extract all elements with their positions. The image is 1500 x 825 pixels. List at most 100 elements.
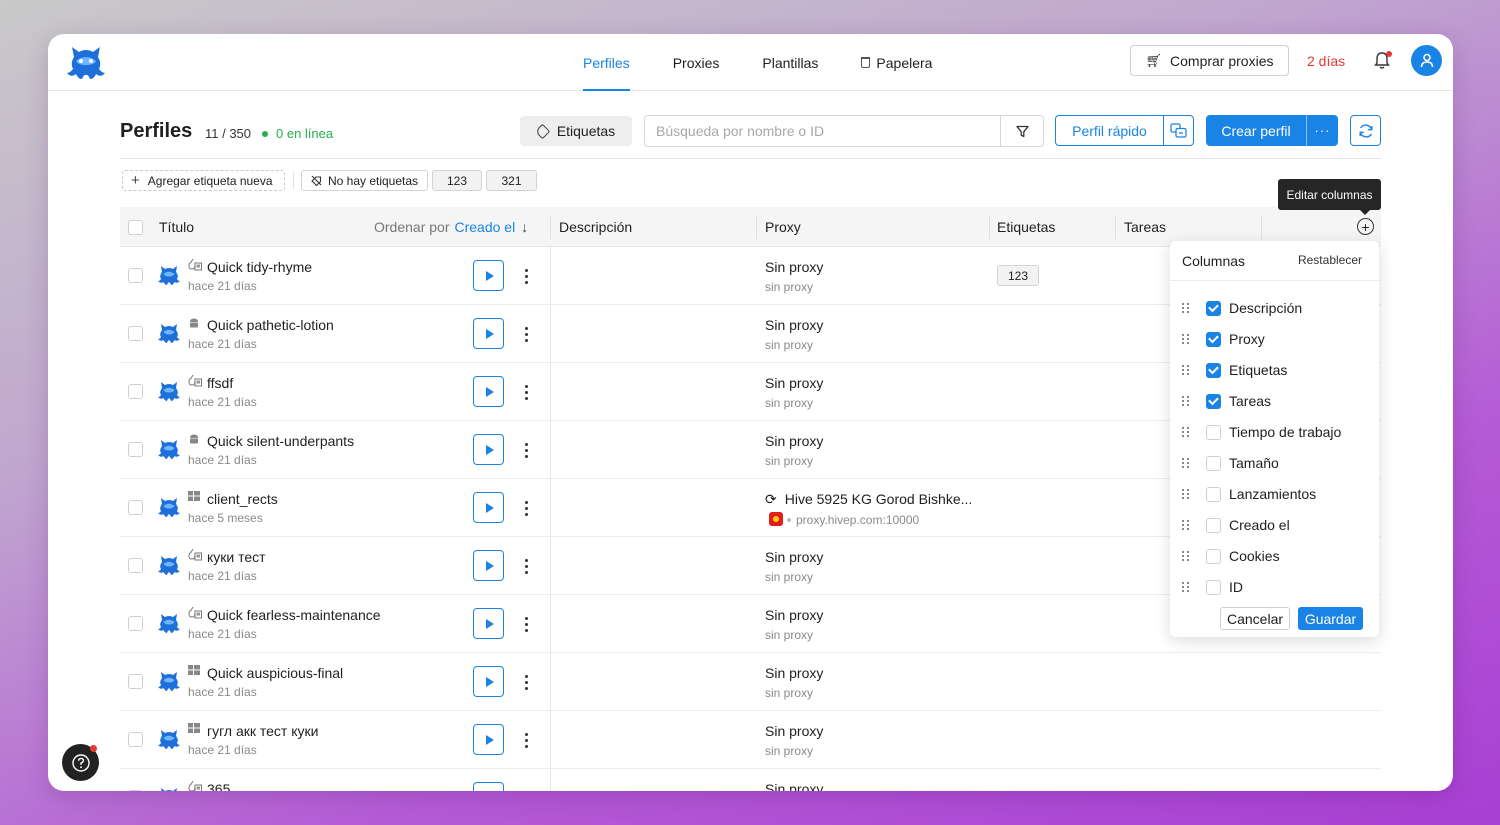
arrow-down-icon[interactable]: ↓ <box>521 219 528 235</box>
proxy-name[interactable]: Sin proxy <box>765 781 823 791</box>
row-checkbox[interactable] <box>128 268 143 283</box>
refresh-button[interactable] <box>1350 115 1381 146</box>
proxy-name[interactable]: Sin proxy <box>765 665 823 681</box>
add-tag-button[interactable]: + Agregar etiqueta nueva <box>122 170 285 191</box>
launch-profile-button[interactable] <box>473 608 504 639</box>
help-button[interactable] <box>62 744 99 781</box>
edit-columns-icon[interactable]: + <box>1357 218 1374 235</box>
column-option[interactable]: ID <box>1182 577 1243 597</box>
drag-handle-icon[interactable] <box>1182 551 1192 561</box>
profile-name[interactable]: гугл акк тест куки <box>207 723 318 739</box>
proxy-name[interactable]: Sin proxy <box>765 317 823 333</box>
row-menu-icon[interactable] <box>520 611 532 637</box>
nav-tab-plantillas[interactable]: Plantillas <box>750 34 830 91</box>
nav-tab-perfiles[interactable]: Perfiles <box>571 34 642 91</box>
column-option[interactable]: Descripción <box>1182 298 1302 318</box>
tags-button[interactable]: Etiquetas <box>520 116 632 146</box>
select-all-checkbox[interactable] <box>128 219 143 235</box>
quick-profile-button[interactable]: Perfil rápido <box>1055 115 1194 146</box>
row-checkbox[interactable] <box>128 558 143 573</box>
profile-name[interactable]: Quick tidy-rhyme <box>207 259 312 275</box>
row-menu-icon[interactable] <box>520 495 532 521</box>
profile-name[interactable]: куки тест <box>207 549 266 565</box>
column-option[interactable]: Etiquetas <box>1182 360 1287 380</box>
row-menu-icon[interactable] <box>520 669 532 695</box>
column-option[interactable]: Creado el <box>1182 515 1290 535</box>
profile-tag-chip[interactable]: 123 <box>997 265 1039 286</box>
proxy-name[interactable]: Sin proxy <box>765 549 823 565</box>
row-checkbox[interactable] <box>128 384 143 399</box>
profile-name[interactable]: Quick pathetic-lotion <box>207 317 334 333</box>
buy-proxies-button[interactable]: 🛒︎ Comprar proxies <box>1130 45 1289 76</box>
drag-handle-icon[interactable] <box>1182 427 1192 437</box>
row-menu-icon[interactable] <box>520 727 532 753</box>
tag-chip-123[interactable]: 123 <box>432 170 482 191</box>
profile-name[interactable]: ffsdf <box>207 375 233 391</box>
table-row[interactable]: 365 Sin proxy <box>120 769 1381 791</box>
profile-name[interactable]: 365 <box>207 781 230 791</box>
column-option[interactable]: Lanzamientos <box>1182 484 1316 504</box>
row-checkbox[interactable] <box>128 732 143 747</box>
octopus-logo-icon[interactable] <box>66 43 106 81</box>
bell-icon[interactable] <box>1374 51 1392 71</box>
row-menu-icon[interactable] <box>520 437 532 463</box>
launch-profile-button[interactable] <box>473 782 504 791</box>
proxy-name[interactable]: Sin proxy <box>765 607 823 623</box>
proxy-name[interactable]: Sin proxy <box>765 433 823 449</box>
create-more-button[interactable]: ··· <box>1307 115 1338 146</box>
drag-handle-icon[interactable] <box>1182 582 1192 592</box>
no-tags-filter[interactable]: No hay etiquetas <box>301 170 428 191</box>
column-checkbox[interactable] <box>1206 517 1221 533</box>
row-checkbox[interactable] <box>128 442 143 457</box>
column-checkbox[interactable] <box>1206 331 1221 347</box>
launch-profile-button[interactable] <box>473 666 504 697</box>
filter-button[interactable] <box>1000 116 1043 146</box>
sort-value[interactable]: Creado el <box>454 219 515 235</box>
launch-profile-button[interactable] <box>473 434 504 465</box>
proxy-name[interactable]: Sin proxy <box>765 375 823 391</box>
launch-profile-button[interactable] <box>473 492 504 523</box>
table-row[interactable]: Quick auspicious-final hace 21 días Sin pr… <box>120 653 1381 711</box>
row-menu-icon[interactable] <box>520 263 532 289</box>
column-checkbox[interactable] <box>1206 300 1221 316</box>
profile-name[interactable]: Quick silent-underpants <box>207 433 354 449</box>
reset-columns-button[interactable]: Restablecer <box>1298 253 1362 267</box>
drag-handle-icon[interactable] <box>1182 396 1192 406</box>
row-menu-icon[interactable] <box>520 379 532 405</box>
row-menu-icon[interactable] <box>520 321 532 347</box>
row-checkbox[interactable] <box>128 326 143 341</box>
profile-name[interactable]: Quick fearless-maintenance <box>207 607 381 623</box>
profile-name[interactable]: client_rects <box>207 491 278 507</box>
drag-handle-icon[interactable] <box>1182 520 1192 530</box>
drag-handle-icon[interactable] <box>1182 334 1192 344</box>
launch-profile-button[interactable] <box>473 724 504 755</box>
quick-profile-settings-icon[interactable] <box>1164 116 1193 145</box>
proxy-name[interactable]: Sin proxy <box>765 259 823 275</box>
launch-profile-button[interactable] <box>473 318 504 349</box>
search-input[interactable] <box>645 116 1001 146</box>
launch-profile-button[interactable] <box>473 376 504 407</box>
proxy-name[interactable]: Sin proxy <box>765 723 823 739</box>
table-row[interactable]: гугл акк тест куки hace 21 días Sin proxy s… <box>120 711 1381 769</box>
row-checkbox[interactable] <box>128 500 143 515</box>
column-checkbox[interactable] <box>1206 362 1221 378</box>
row-checkbox[interactable] <box>128 790 143 791</box>
column-checkbox[interactable] <box>1206 455 1221 471</box>
drag-handle-icon[interactable] <box>1182 458 1192 468</box>
nav-tab-papelera[interactable]: Papelera <box>849 34 944 91</box>
create-profile-button[interactable]: Crear perfil ··· <box>1206 115 1338 146</box>
save-button[interactable]: Guardar <box>1298 607 1363 630</box>
row-menu-icon[interactable] <box>520 785 532 791</box>
column-checkbox[interactable] <box>1206 548 1221 564</box>
column-checkbox[interactable] <box>1206 393 1221 409</box>
nav-tab-proxies[interactable]: Proxies <box>661 34 732 91</box>
drag-handle-icon[interactable] <box>1182 489 1192 499</box>
trial-days-remaining[interactable]: 2 días <box>1307 53 1345 69</box>
drag-handle-icon[interactable] <box>1182 365 1192 375</box>
row-menu-icon[interactable] <box>520 553 532 579</box>
sort-control[interactable]: Ordenar por Creado el ↓ <box>374 207 528 247</box>
cancel-button[interactable]: Cancelar <box>1220 607 1290 630</box>
column-option[interactable]: Tiempo de trabajo <box>1182 422 1341 442</box>
proxy-name[interactable]: ⟳ Hive 5925 KG Gorod Bishke... <box>765 491 972 508</box>
reload-icon[interactable]: ⟳ <box>765 491 777 507</box>
